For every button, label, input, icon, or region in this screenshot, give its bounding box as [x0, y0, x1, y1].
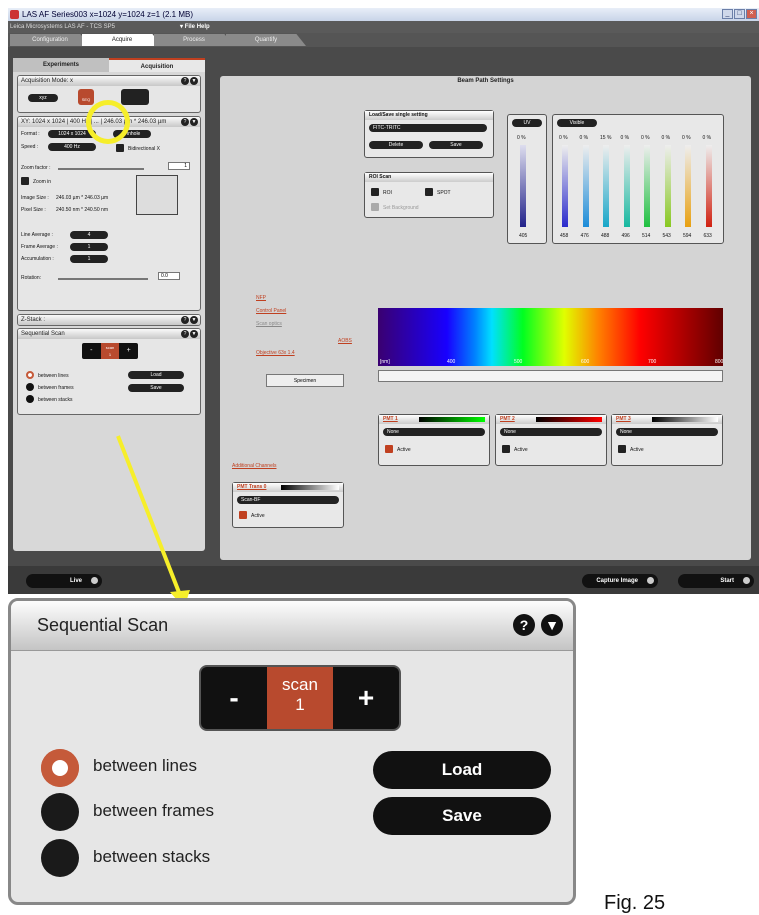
load-button[interactable]: Load — [373, 751, 551, 789]
between-frames-radio[interactable] — [41, 793, 79, 831]
scan-minus-button[interactable]: - — [201, 667, 267, 729]
zoom-scan-stepper: - scan 1 + — [199, 665, 401, 731]
help-icon[interactable]: ? — [513, 614, 535, 636]
between-frames-label: between frames — [93, 801, 214, 820]
save-button[interactable]: Save — [373, 797, 551, 835]
collapse-icon[interactable]: ▼ — [541, 614, 563, 636]
zoom-title: Sequential Scan — [37, 615, 169, 635]
between-lines-label: between lines — [93, 756, 197, 775]
scan-value: scan 1 — [267, 667, 333, 729]
between-lines-radio[interactable] — [41, 749, 79, 787]
between-stacks-radio[interactable] — [41, 839, 79, 877]
zoom-header: Sequential Scan ? ▼ — [11, 601, 573, 651]
scan-plus-button[interactable]: + — [333, 667, 399, 729]
between-stacks-label: between stacks — [93, 847, 211, 866]
sequential-scan-zoom-panel: Sequential Scan ? ▼ - scan 1 + between li… — [8, 598, 576, 905]
figure-label: Fig. 25 — [604, 892, 666, 914]
